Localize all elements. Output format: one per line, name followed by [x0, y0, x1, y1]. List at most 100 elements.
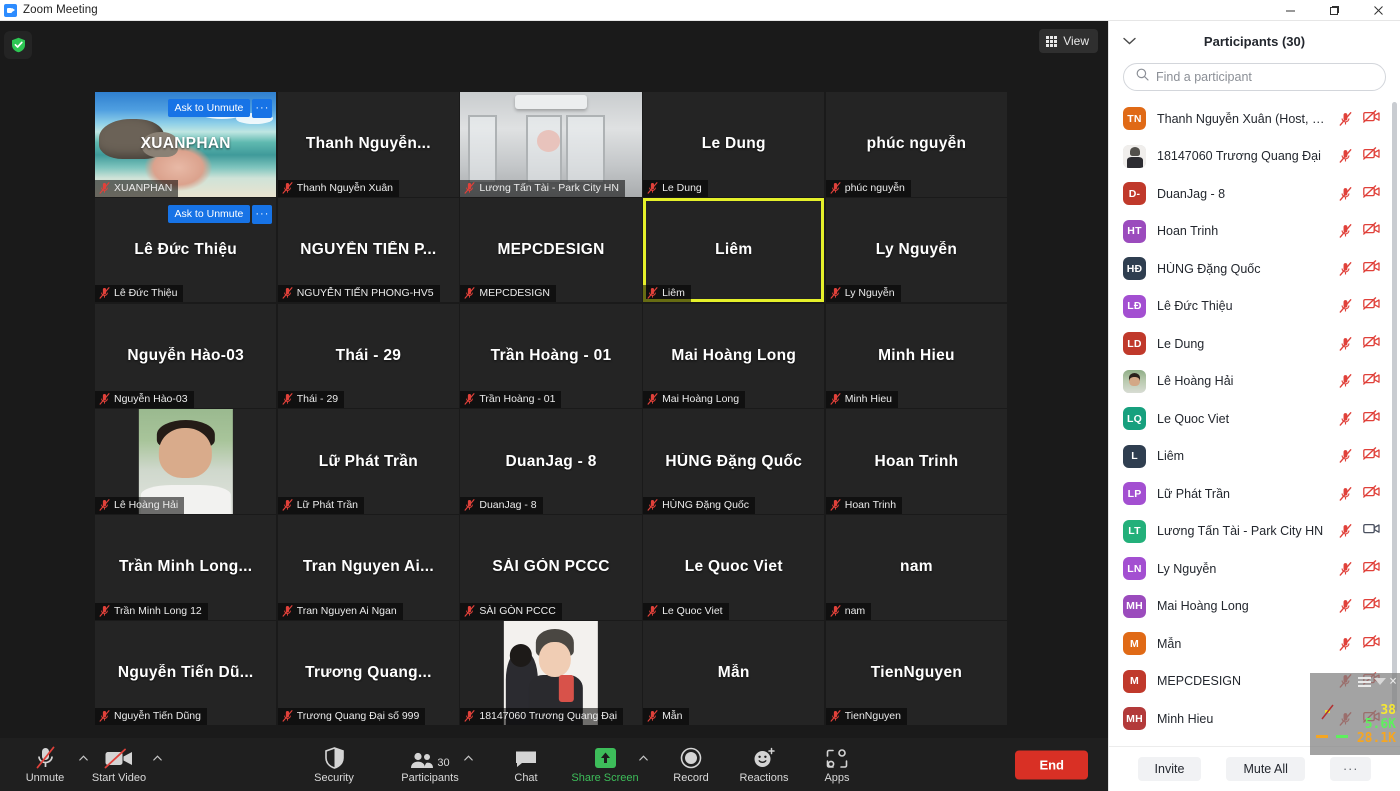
- participant-row[interactable]: LĐ Lê Đức Thiệu: [1123, 288, 1400, 326]
- video-tile[interactable]: Mai Hoàng Long Mai Hoàng Long: [643, 303, 825, 409]
- video-tile[interactable]: NGUYỄN TIẾN P... NGUYỄN TIẾN PHONG-HV5: [277, 197, 460, 303]
- video-tile[interactable]: MEPCDESIGN MEPCDESIGN: [460, 197, 642, 303]
- close-icon[interactable]: [1356, 0, 1400, 21]
- video-tile[interactable]: TienNguyen TienNguyen: [825, 620, 1008, 726]
- participant-row[interactable]: MH Mai Hoàng Long: [1123, 588, 1400, 626]
- panel-more-button[interactable]: ···: [1329, 757, 1372, 781]
- participant-row[interactable]: M Mẫn: [1123, 625, 1400, 663]
- participant-row[interactable]: HT Hoan Trinh: [1123, 213, 1400, 251]
- video-tile[interactable]: Trương Quang... Trương Quang Đại số 999: [277, 620, 460, 726]
- video-tile[interactable]: Minh Hieu Minh Hieu: [825, 303, 1008, 409]
- camera-off-icon[interactable]: [1363, 334, 1380, 353]
- video-tile[interactable]: Mẫn Mẫn: [643, 620, 825, 726]
- search-input[interactable]: [1156, 70, 1373, 84]
- participant-row[interactable]: LN Ly Nguyễn: [1123, 550, 1400, 588]
- participant-row[interactable]: LP Lữ Phát Trần: [1123, 475, 1400, 513]
- camera-off-icon[interactable]: [1363, 184, 1380, 203]
- security-shield-icon[interactable]: [4, 31, 32, 59]
- ask-to-unmute-button[interactable]: Ask to Unmute: [167, 204, 251, 223]
- tile-more-options-button[interactable]: ···: [252, 204, 273, 224]
- video-tile[interactable]: Trần Minh Long... Trần Minh Long 12: [95, 515, 277, 620]
- mic-off-icon[interactable]: [1339, 299, 1352, 313]
- invite-button[interactable]: Invite: [1137, 757, 1202, 781]
- camera-off-icon[interactable]: [1363, 409, 1380, 428]
- stats-overlay-widget[interactable]: × 38 5.6K 28.1K: [1310, 673, 1400, 755]
- camera-off-icon[interactable]: [1363, 597, 1380, 615]
- close-icon[interactable]: ×: [1389, 675, 1397, 688]
- video-tile[interactable]: XUANPHAN Ask to Unmute ··· XUANPHAN: [95, 92, 277, 197]
- camera-off-icon[interactable]: [1363, 297, 1380, 315]
- video-tile[interactable]: phúc nguyễn phúc nguyễn: [825, 92, 1008, 197]
- participants-list[interactable]: TN Thanh Nguyễn Xuân (Host, me) 18147060 T…: [1109, 100, 1400, 746]
- mic-off-icon[interactable]: [1339, 561, 1352, 576]
- camera-off-icon[interactable]: [1363, 559, 1380, 578]
- mic-off-icon[interactable]: [1339, 224, 1352, 238]
- mic-off-icon[interactable]: [1339, 486, 1352, 501]
- participant-row[interactable]: LT Lương Tấn Tài - Park City HN: [1123, 513, 1400, 551]
- video-tile[interactable]: Lương Tấn Tài - Park City HN: [460, 92, 642, 197]
- participant-row[interactable]: 18147060 Trương Quang Đại: [1123, 138, 1400, 176]
- video-tile[interactable]: Trần Hoàng - 01 Trần Hoàng - 01: [460, 303, 642, 409]
- participant-row[interactable]: Lê Hoàng Hải: [1123, 363, 1400, 401]
- toolbar-button-reactions[interactable]: Reactions: [733, 738, 795, 791]
- participants-scrollbar[interactable]: [1392, 102, 1397, 712]
- filter-icon[interactable]: [1374, 678, 1387, 685]
- hamburger-icon[interactable]: [1358, 676, 1372, 687]
- mic-off-icon[interactable]: [1339, 636, 1352, 651]
- toolbar-button-share-screen[interactable]: Share Screen: [571, 738, 639, 791]
- video-tile[interactable]: 18147060 Trương Quang Đại: [460, 620, 642, 726]
- video-tile[interactable]: Liêm Liêm: [643, 197, 825, 303]
- restore-icon[interactable]: [1312, 0, 1356, 21]
- toolbar-button-participants[interactable]: 30 Participants: [399, 738, 461, 791]
- camera-on-icon[interactable]: [1363, 522, 1380, 540]
- mute-all-button[interactable]: Mute All: [1226, 757, 1305, 781]
- camera-off-icon[interactable]: [1363, 484, 1380, 503]
- mic-off-icon[interactable]: [1339, 411, 1352, 426]
- video-tile[interactable]: Tran Nguyen Ai... Tran Nguyen Ai Ngan: [277, 515, 460, 620]
- ask-to-unmute-button[interactable]: Ask to Unmute: [167, 99, 251, 117]
- participant-row[interactable]: D- DuanJag - 8: [1123, 175, 1400, 213]
- toolbar-button-record[interactable]: Record: [660, 738, 722, 791]
- participant-row[interactable]: HĐ HÙNG Đặng Quốc: [1123, 250, 1400, 288]
- video-tile[interactable]: Le Dung Le Dung: [643, 92, 825, 197]
- participant-row[interactable]: LD Le Dung: [1123, 325, 1400, 363]
- participant-search-box[interactable]: [1123, 63, 1386, 91]
- video-tile[interactable]: Hoan Trinh Hoan Trinh: [825, 409, 1008, 514]
- chevron-up-icon[interactable]: [150, 738, 164, 791]
- video-tile[interactable]: Thái - 29 Thái - 29: [277, 303, 460, 409]
- mic-off-icon[interactable]: [1339, 336, 1352, 351]
- chevron-up-icon[interactable]: [461, 738, 475, 791]
- video-tile[interactable]: Lê Đức Thiệu Ask to Unmute ··· Lê Đức Thiệu: [95, 197, 277, 303]
- toolbar-button-security[interactable]: Security: [303, 738, 365, 791]
- toolbar-button-start-video[interactable]: Start Video: [88, 738, 150, 791]
- mic-off-icon[interactable]: [1339, 524, 1352, 538]
- camera-off-icon[interactable]: [1363, 109, 1380, 128]
- mic-off-icon[interactable]: [1339, 449, 1352, 463]
- camera-off-icon[interactable]: [1363, 634, 1380, 653]
- camera-off-icon[interactable]: [1363, 222, 1380, 240]
- mic-off-icon[interactable]: [1339, 111, 1352, 126]
- video-tile[interactable]: Nguyễn Tiến Dũ... Nguyễn Tiến Dũng: [95, 620, 277, 726]
- camera-off-icon[interactable]: [1363, 447, 1380, 465]
- video-tile[interactable]: HÙNG Đặng Quốc HÙNG Đặng Quốc: [643, 409, 825, 514]
- mic-off-icon[interactable]: [1339, 261, 1352, 276]
- video-tile[interactable]: Le Quoc Viet Le Quoc Viet: [643, 515, 825, 620]
- mic-off-icon[interactable]: [1339, 149, 1352, 163]
- toolbar-button-unmute[interactable]: Unmute: [14, 738, 76, 791]
- video-tile[interactable]: Lữ Phát Trần Lữ Phát Trần: [277, 409, 460, 514]
- video-tile[interactable]: nam nam: [825, 515, 1008, 620]
- view-button[interactable]: View: [1039, 29, 1098, 53]
- mic-off-icon[interactable]: [1339, 599, 1352, 613]
- mic-off-icon[interactable]: [1339, 186, 1352, 201]
- video-tile[interactable]: Lê Hoàng Hải: [95, 409, 277, 514]
- video-tile[interactable]: SÀI GÒN PCCC SÀI GÒN PCCC: [460, 515, 642, 620]
- video-tile[interactable]: Thanh Nguyễn... Thanh Nguyễn Xuân: [277, 92, 460, 197]
- participant-row[interactable]: TN Thanh Nguyễn Xuân (Host, me): [1123, 100, 1400, 138]
- camera-off-icon[interactable]: [1363, 259, 1380, 278]
- toolbar-button-apps[interactable]: Apps: [806, 738, 868, 791]
- video-tile[interactable]: DuanJag - 8 DuanJag - 8: [460, 409, 642, 514]
- camera-off-icon[interactable]: [1363, 147, 1380, 165]
- video-tile[interactable]: Nguyễn Hào-03 Nguyễn Hào-03: [95, 303, 277, 409]
- end-meeting-button[interactable]: End: [1015, 750, 1088, 779]
- camera-off-icon[interactable]: [1363, 372, 1380, 390]
